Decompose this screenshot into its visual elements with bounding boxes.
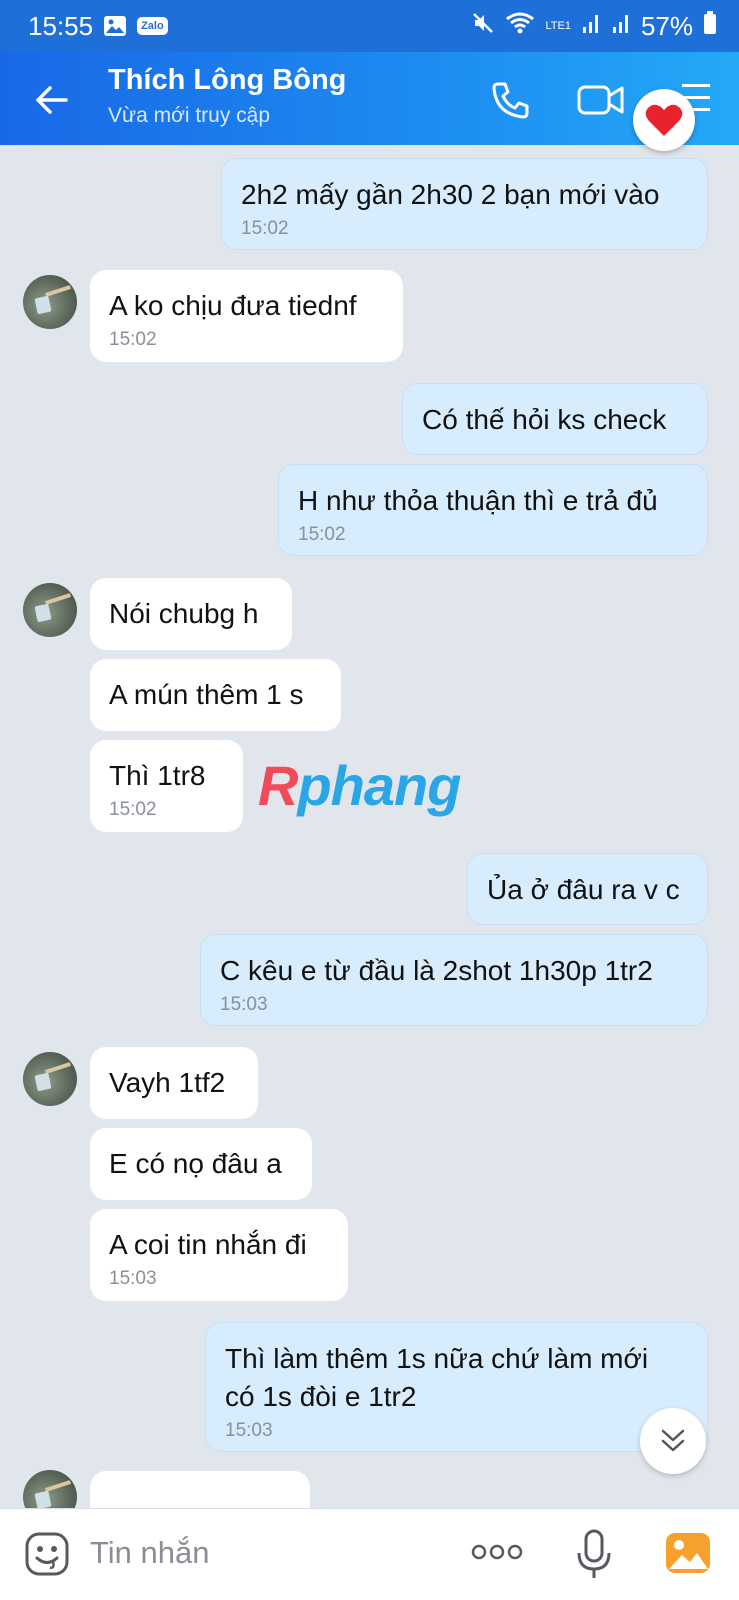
status-bar: 15:55 Zalo LTE1 57%	[0, 0, 739, 52]
message-bubble-in[interactable]: Vayh 1tf2	[90, 1047, 258, 1119]
message-text: Thì làm thêm 1s nữa chứ làm mới	[225, 1343, 649, 1374]
message-text: H như thỏa thuận thì e trả đủ	[298, 485, 658, 516]
message-time: 15:03	[225, 1420, 273, 1441]
message-time: 15:02	[109, 799, 157, 820]
message-text: A mún thêm 1 s	[109, 679, 304, 710]
double-chevron-down-icon	[661, 1429, 685, 1452]
battery-icon	[703, 10, 717, 42]
message-text: Vayh 1tf2	[109, 1067, 226, 1098]
microphone-icon[interactable]	[576, 1529, 612, 1581]
message-text: Nói chubg h	[109, 598, 259, 629]
battery-percent: 57%	[640, 10, 693, 41]
chat-header: Thích Lông Bông Vừa mới truy cập	[0, 52, 739, 145]
zalo-icon: Zalo	[137, 17, 168, 35]
message-bubble-in[interactable]: Nói chubg h	[90, 578, 292, 650]
message-bubble-out[interactable]: Thì làm thêm 1s nữa chứ làm mới có 1s đò…	[205, 1322, 708, 1452]
message-time: 15:03	[109, 1268, 157, 1289]
video-call-icon[interactable]	[576, 78, 626, 122]
avatar[interactable]	[23, 275, 77, 329]
mute-icon	[471, 11, 495, 42]
back-arrow-icon[interactable]	[30, 78, 74, 122]
contact-status: Vừa mới truy cập	[108, 104, 271, 127]
heart-icon	[645, 104, 683, 136]
message-time: 15:02	[298, 524, 346, 545]
avatar[interactable]	[23, 583, 77, 637]
message-bubble-out[interactable]: H như thỏa thuận thì e trả đủ 15:02	[278, 464, 708, 556]
message-text: A ko chịu đưa tiednf	[109, 290, 357, 321]
message-bubble-in[interactable]: Thì 1tr8 15:02	[90, 740, 243, 832]
message-bubble-out[interactable]: 2h2 mấy gần 2h30 2 bạn mới vào 15:02	[221, 158, 708, 250]
message-input[interactable]: Tin nhắn	[90, 1535, 210, 1571]
message-text: C kêu e từ đầu là 2shot 1h30p 1tr2	[220, 955, 653, 986]
message-time: 15:02	[109, 329, 157, 350]
message-bubble-in[interactable]: E có nọ đâu a	[90, 1128, 312, 1200]
message-list[interactable]: 2h2 mấy gần 2h30 2 bạn mới vào 15:02 A k…	[0, 145, 739, 1508]
message-text: Ủa ở đâu ra v c	[487, 874, 680, 905]
emoji-sticker-icon[interactable]	[24, 1531, 70, 1577]
message-time: 15:02	[241, 218, 289, 239]
phone-call-icon[interactable]	[488, 78, 532, 122]
message-time: 15:03	[220, 994, 268, 1015]
message-bubble-out[interactable]: Có thế hỏi ks check	[402, 383, 708, 455]
more-options-icon[interactable]	[470, 1539, 524, 1565]
message-text: 2h2 mấy gần 2h30 2 bạn mới vào	[241, 179, 660, 210]
message-text-line2: có 1s đòi e 1tr2	[225, 1381, 417, 1412]
photo-gallery-icon[interactable]	[664, 1531, 712, 1575]
message-bubble-in[interactable]: A ko chịu đưa tiednf 15:02	[90, 270, 403, 362]
lte-label: LTE1	[545, 19, 571, 32]
message-bubble-in[interactable]: A mún thêm 1 s	[90, 659, 341, 731]
message-input-bar: Tin nhắn	[0, 1508, 739, 1600]
contact-name[interactable]: Thích Lông Bông	[108, 64, 346, 97]
status-time: 15:55	[28, 10, 94, 41]
wifi-icon	[505, 11, 535, 42]
heart-reaction-button[interactable]	[633, 89, 695, 151]
signal-icon-2	[611, 11, 631, 42]
message-text: Có thế hỏi ks check	[422, 404, 667, 435]
message-bubble-out[interactable]: Ủa ở đâu ra v c	[467, 853, 708, 925]
message-text: E có nọ đâu a	[109, 1148, 282, 1179]
message-text: Thì 1tr8	[109, 760, 206, 791]
message-bubble-in[interactable]: A coi tin nhắn đi 15:03	[90, 1209, 348, 1301]
watermark-logo: Rphang	[258, 754, 461, 817]
scroll-to-bottom-button[interactable]	[640, 1408, 706, 1474]
avatar[interactable]	[23, 1052, 77, 1106]
signal-icon-1	[581, 11, 601, 42]
message-text: A coi tin nhắn đi	[109, 1229, 307, 1260]
avatar[interactable]	[23, 1470, 77, 1508]
gallery-icon	[103, 15, 127, 37]
message-bubble-in[interactable]	[90, 1471, 310, 1508]
message-bubble-out[interactable]: C kêu e từ đầu là 2shot 1h30p 1tr2 15:03	[200, 934, 708, 1026]
